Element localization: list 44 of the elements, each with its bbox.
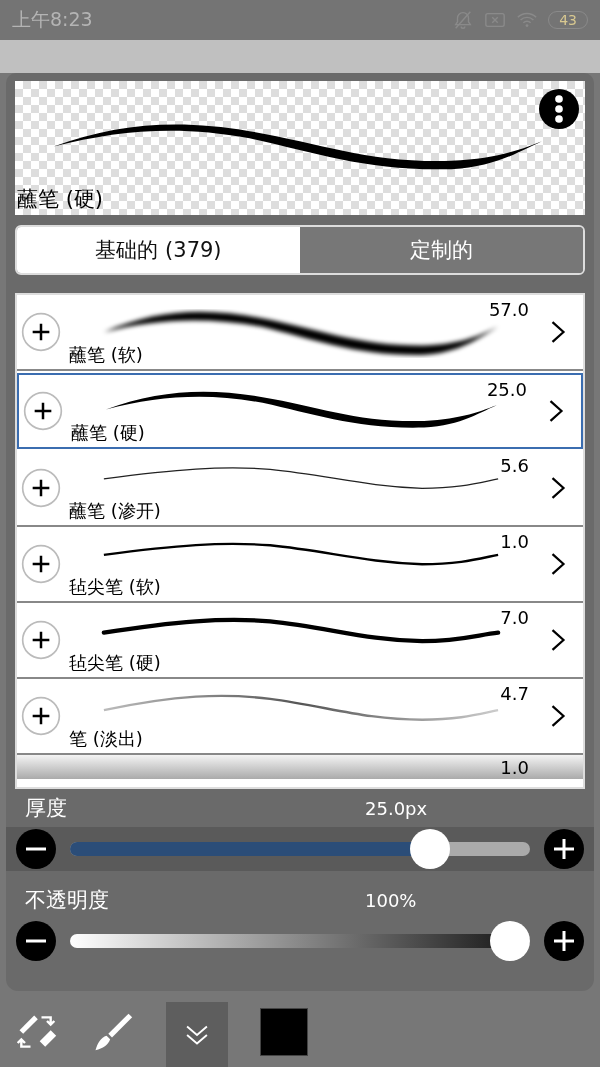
brush-size: 5.6 — [500, 455, 529, 476]
brush-name: 笔 (淡出) — [69, 727, 143, 751]
slider-value: 25.0px — [365, 797, 428, 819]
add-icon[interactable] — [21, 468, 61, 508]
slider[interactable] — [70, 921, 530, 961]
brush-size: 7.0 — [500, 607, 529, 628]
slider-label: 厚度 — [25, 795, 68, 822]
brush-size: 25.0 — [486, 379, 527, 400]
brush-name: 蘸笔 (硬) — [71, 421, 145, 445]
brush-item[interactable]: 1.0 — [17, 755, 583, 779]
brush-size: 1.0 — [500, 531, 529, 552]
brush-name: 蘸笔 (软) — [69, 343, 143, 367]
brush-item[interactable]: 蘸笔 (硬) 25.0 — [17, 373, 583, 449]
brush-name: 蘸笔 (硬) — [17, 186, 104, 213]
add-icon[interactable] — [21, 544, 61, 584]
brush-name: 蘸笔 (渗开) — [69, 499, 161, 523]
tab[interactable]: 定制的 — [300, 227, 583, 273]
add-icon[interactable] — [21, 312, 61, 352]
add-icon[interactable] — [21, 696, 61, 736]
collapse-button[interactable] — [166, 1002, 228, 1067]
minus-button[interactable] — [16, 829, 56, 869]
brush-item[interactable]: 毡尖笔 (硬) 7.0 — [17, 603, 583, 679]
brush-item[interactable]: 毡尖笔 (软) 1.0 — [17, 527, 583, 603]
more-icon[interactable] — [539, 89, 579, 129]
brush-name: 毡尖笔 (硬) — [69, 651, 161, 675]
slider[interactable] — [70, 829, 530, 869]
slider-value: 100% — [365, 889, 417, 911]
slider-thumb[interactable] — [490, 921, 530, 961]
add-icon[interactable] — [21, 620, 61, 660]
slider-label: 不透明度 — [25, 887, 110, 914]
slider-thumb[interactable] — [410, 829, 451, 869]
brush-size: 4.7 — [500, 683, 529, 704]
add-icon[interactable] — [23, 391, 63, 431]
tab[interactable]: 基础的 (379) — [17, 227, 300, 273]
clock-time: 上午8:23 — [12, 7, 93, 32]
plus-button[interactable] — [544, 829, 584, 869]
brush-size: 57.0 — [488, 299, 529, 320]
color-swatch[interactable] — [260, 1008, 308, 1056]
minus-button[interactable] — [16, 921, 56, 961]
brush-item[interactable]: 蘸笔 (渗开) 5.6 — [17, 451, 583, 527]
brush-name: 毡尖笔 (软) — [69, 575, 161, 599]
brush-size: 1.0 — [500, 757, 529, 778]
brush-item[interactable]: 蘸笔 (软) 57.0 — [17, 295, 583, 371]
plus-button[interactable] — [544, 921, 584, 961]
